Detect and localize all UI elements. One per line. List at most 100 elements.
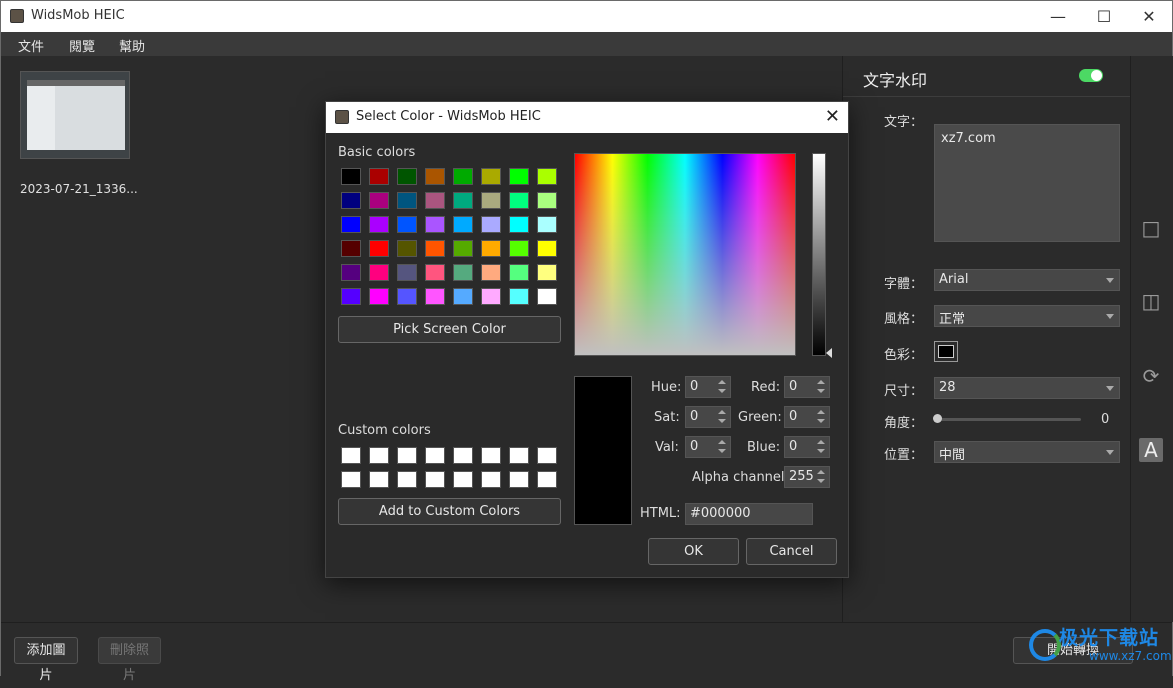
text-watermark-icon[interactable]: A: [1139, 438, 1163, 462]
basic-color-swatch[interactable]: [369, 264, 389, 281]
luminance-pointer[interactable]: [826, 348, 832, 358]
basic-color-swatch[interactable]: [369, 168, 389, 185]
maximize-button[interactable]: ☐: [1081, 1, 1127, 32]
basic-color-swatch[interactable]: [537, 168, 557, 185]
alpha-spinbox[interactable]: 255: [784, 466, 830, 488]
custom-color-swatch[interactable]: [425, 447, 445, 464]
spin-down-icon[interactable]: [718, 419, 726, 423]
ok-button[interactable]: OK: [648, 538, 739, 565]
basic-color-swatch[interactable]: [453, 240, 473, 257]
cancel-button[interactable]: Cancel: [746, 538, 837, 565]
image-thumbnail[interactable]: [20, 71, 130, 159]
basic-color-swatch[interactable]: [481, 168, 501, 185]
red-spinbox[interactable]: 0: [784, 376, 830, 398]
custom-color-swatch[interactable]: [509, 471, 529, 488]
spin-up-icon[interactable]: [718, 410, 726, 414]
spin-up-icon[interactable]: [817, 410, 825, 414]
basic-color-swatch[interactable]: [341, 192, 361, 209]
basic-color-swatch[interactable]: [537, 240, 557, 257]
basic-color-swatch[interactable]: [425, 192, 445, 209]
close-icon[interactable]: ✕: [825, 106, 840, 127]
font-select[interactable]: Arial: [934, 269, 1120, 291]
html-color-input[interactable]: #000000: [685, 503, 813, 525]
basic-color-swatch[interactable]: [453, 288, 473, 305]
style-select[interactable]: 正常: [934, 305, 1120, 327]
spin-up-icon[interactable]: [718, 440, 726, 444]
watermark-text-input[interactable]: xz7.com: [934, 124, 1120, 242]
val-spinbox[interactable]: 0: [685, 436, 731, 458]
crop-icon[interactable]: □: [1139, 216, 1163, 240]
basic-color-swatch[interactable]: [453, 264, 473, 281]
custom-color-swatch[interactable]: [341, 447, 361, 464]
menu-file[interactable]: 文件: [18, 36, 44, 55]
spin-down-icon[interactable]: [718, 449, 726, 453]
basic-color-swatch[interactable]: [537, 192, 557, 209]
custom-color-swatch[interactable]: [369, 447, 389, 464]
custom-color-swatch[interactable]: [481, 447, 501, 464]
basic-color-swatch[interactable]: [425, 264, 445, 281]
basic-color-swatch[interactable]: [509, 264, 529, 281]
angle-slider-handle[interactable]: [933, 414, 942, 423]
basic-color-swatch[interactable]: [425, 168, 445, 185]
basic-color-swatch[interactable]: [481, 288, 501, 305]
color-swatch-button[interactable]: [934, 341, 958, 362]
green-spinbox[interactable]: 0: [784, 406, 830, 428]
basic-color-swatch[interactable]: [369, 240, 389, 257]
basic-color-swatch[interactable]: [397, 216, 417, 233]
spin-down-icon[interactable]: [718, 389, 726, 393]
add-to-custom-colors-button[interactable]: Add to Custom Colors: [338, 498, 561, 525]
color-spectrum[interactable]: [574, 153, 796, 356]
luminance-bar[interactable]: [812, 153, 826, 356]
custom-color-swatch[interactable]: [341, 471, 361, 488]
basic-color-swatch[interactable]: [509, 240, 529, 257]
basic-color-swatch[interactable]: [453, 192, 473, 209]
basic-color-swatch[interactable]: [369, 288, 389, 305]
custom-color-swatch[interactable]: [425, 471, 445, 488]
basic-color-swatch[interactable]: [397, 240, 417, 257]
basic-color-swatch[interactable]: [341, 264, 361, 281]
basic-color-swatch[interactable]: [397, 264, 417, 281]
custom-color-swatch[interactable]: [369, 471, 389, 488]
custom-color-swatch[interactable]: [537, 447, 557, 464]
menu-view[interactable]: 閱覽: [69, 36, 95, 55]
pick-screen-color-button[interactable]: Pick Screen Color: [338, 316, 561, 343]
spin-up-icon[interactable]: [817, 380, 825, 384]
basic-color-swatch[interactable]: [509, 168, 529, 185]
custom-color-swatch[interactable]: [397, 447, 417, 464]
sat-spinbox[interactable]: 0: [685, 406, 731, 428]
custom-color-swatch[interactable]: [481, 471, 501, 488]
spin-down-icon[interactable]: [817, 419, 825, 423]
basic-color-swatch[interactable]: [481, 240, 501, 257]
size-select[interactable]: 28: [934, 377, 1120, 399]
spin-down-icon[interactable]: [817, 479, 825, 483]
custom-color-swatch[interactable]: [453, 447, 473, 464]
basic-color-swatch[interactable]: [397, 192, 417, 209]
remove-photos-button[interactable]: 刪除照片: [98, 637, 161, 683]
basic-color-swatch[interactable]: [453, 216, 473, 233]
resize-icon[interactable]: ◫: [1139, 289, 1163, 313]
spin-down-icon[interactable]: [817, 449, 825, 453]
hue-spinbox[interactable]: 0: [685, 376, 731, 398]
basic-color-swatch[interactable]: [397, 168, 417, 185]
basic-color-swatch[interactable]: [397, 288, 417, 305]
spin-up-icon[interactable]: [817, 470, 825, 474]
custom-color-swatch[interactable]: [509, 447, 529, 464]
basic-color-swatch[interactable]: [481, 192, 501, 209]
menu-help[interactable]: 幫助: [119, 36, 145, 55]
angle-slider-track[interactable]: [937, 418, 1081, 421]
add-images-button[interactable]: 添加圖片: [14, 637, 78, 683]
spin-up-icon[interactable]: [817, 440, 825, 444]
basic-color-swatch[interactable]: [369, 192, 389, 209]
basic-color-swatch[interactable]: [425, 216, 445, 233]
basic-color-swatch[interactable]: [425, 240, 445, 257]
basic-color-swatch[interactable]: [453, 168, 473, 185]
basic-color-swatch[interactable]: [537, 264, 557, 281]
minimize-button[interactable]: —: [1035, 1, 1081, 32]
basic-color-swatch[interactable]: [341, 240, 361, 257]
spin-down-icon[interactable]: [817, 389, 825, 393]
custom-color-swatch[interactable]: [453, 471, 473, 488]
rotate-icon[interactable]: ⟳: [1139, 364, 1163, 388]
basic-color-swatch[interactable]: [341, 168, 361, 185]
blue-spinbox[interactable]: 0: [784, 436, 830, 458]
basic-color-swatch[interactable]: [537, 288, 557, 305]
